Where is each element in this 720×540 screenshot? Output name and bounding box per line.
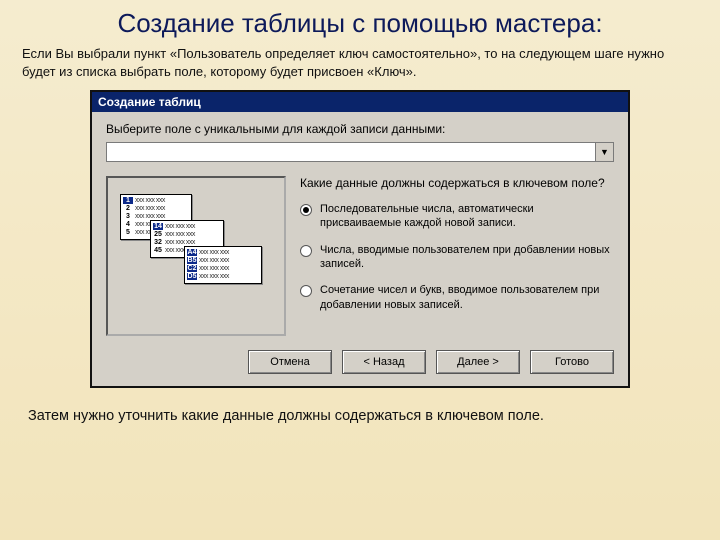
row-data: xxx xxx xxx [199,249,259,256]
row-data: xxx xxx xxx [199,273,259,280]
radio-icon[interactable] [300,285,312,297]
chevron-down-icon[interactable]: ▼ [595,143,613,161]
row-num: 32 [153,239,163,246]
row-num: 14 [153,223,163,230]
row-num: 4 [123,221,133,228]
row-data: xxx xxx xxx [165,239,221,246]
next-button[interactable]: Далее > [436,350,520,374]
illustration-panel: 1xxx xxx xxx 2xxx xxx xxx 3xxx xxx xxx 4… [106,176,286,336]
intro-text: Если Вы выбрали пункт «Пользователь опре… [0,45,720,86]
button-row: Отмена < Назад Далее > Готово [106,350,614,374]
row-num: C2 [187,265,197,272]
finish-button[interactable]: Готово [530,350,614,374]
field-select-input[interactable] [107,143,595,161]
option-label: Сочетание чисел и букв, вводимое пользов… [320,283,614,312]
back-button[interactable]: < Назад [342,350,426,374]
options-panel: Какие данные должны содержаться в ключев… [300,176,614,336]
row-num: 2 [123,205,133,212]
sample-sheet-3: A4xxx xxx xxx B5xxx xxx xxx C2xxx xxx xx… [184,246,262,284]
row-data: xxx xxx xxx [199,265,259,272]
row-num: 25 [153,231,163,238]
row-data: xxx xxx xxx [165,223,221,230]
row-num: B5 [187,257,197,264]
dialog-titlebar: Создание таблиц [92,92,628,112]
options-question: Какие данные должны содержаться в ключев… [300,176,614,190]
field-select[interactable]: ▼ [106,142,614,162]
cancel-button[interactable]: Отмена [248,350,332,374]
row-num: A4 [187,249,197,256]
option-sequential[interactable]: Последовательные числа, автоматически пр… [300,202,614,231]
option-user-numbers[interactable]: Числа, вводимые пользователем при добавл… [300,243,614,272]
row-data: xxx xxx xxx [135,205,189,212]
option-label: Последовательные числа, автоматически пр… [320,202,614,231]
row-num: 5 [123,229,133,236]
row-data: xxx xxx xxx [165,231,221,238]
row-num: 1 [123,197,133,204]
field-prompt: Выберите поле с уникальными для каждой з… [106,122,614,136]
wizard-dialog: Создание таблиц Выберите поле с уникальн… [90,90,630,388]
field-prompt-text: Выберите поле с уникальными для каждой з… [106,122,445,136]
row-num: D5 [187,273,197,280]
slide-title: Создание таблицы с помощью мастера: [0,0,720,45]
option-label: Числа, вводимые пользователем при добавл… [320,243,614,272]
row-data: xxx xxx xxx [199,257,259,264]
row-num: 3 [123,213,133,220]
radio-icon[interactable] [300,204,312,216]
row-num: 45 [153,247,163,254]
option-mixed[interactable]: Сочетание чисел и букв, вводимое пользов… [300,283,614,312]
row-data: xxx xxx xxx [135,197,189,204]
row-data: xxx xxx xxx [135,213,189,220]
radio-icon[interactable] [300,245,312,257]
outro-text: Затем нужно уточнить какие данные должны… [0,388,720,424]
dialog-body: Выберите поле с уникальными для каждой з… [92,112,628,386]
